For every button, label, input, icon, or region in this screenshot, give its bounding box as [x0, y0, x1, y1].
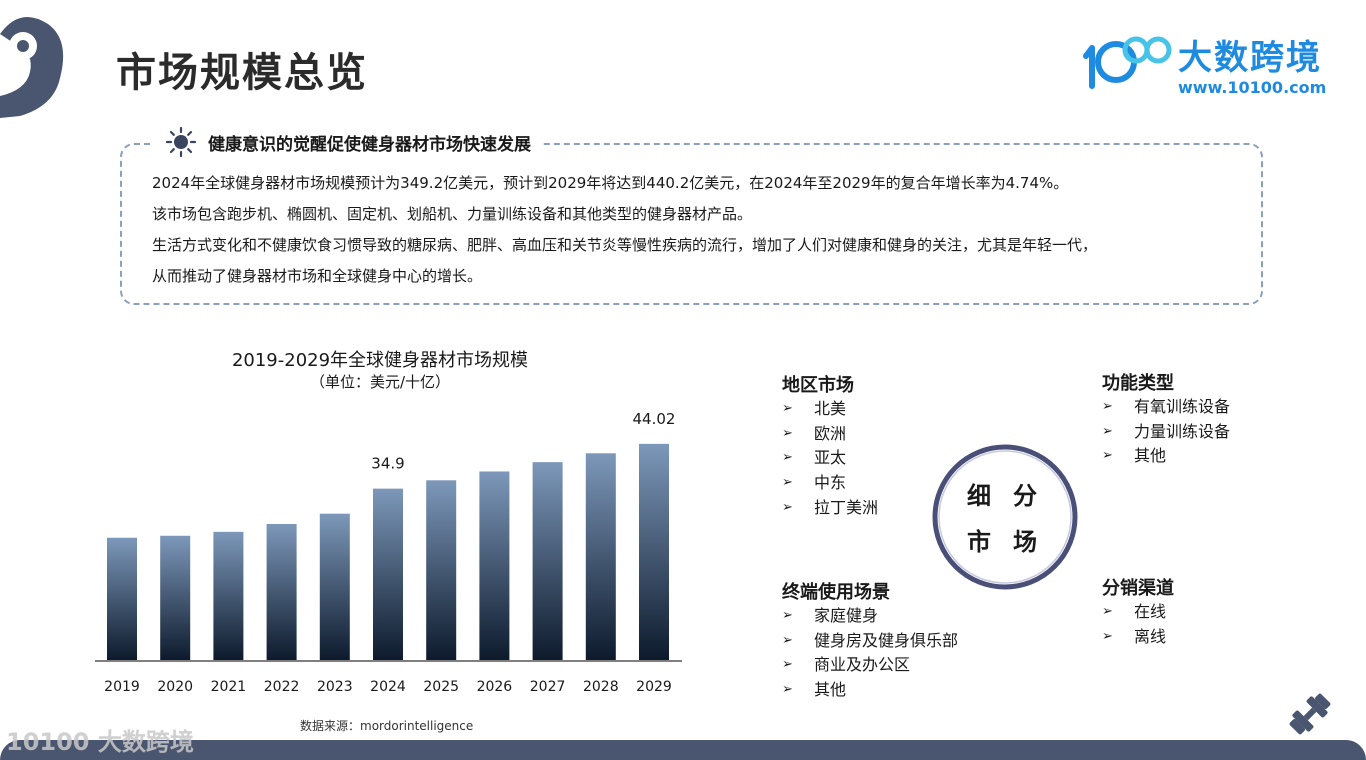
- paragraph: 2024年全球健身器材市场规模预计为349.2亿美元，预计到2029年将达到44…: [152, 174, 1069, 192]
- highlight-header: 健康意识的觉醒促使健身器材市场快速发展: [154, 124, 543, 160]
- chart-source: 数据来源：mordorintelligence: [300, 719, 474, 733]
- segment-title-end-use: 终端使用场景: [782, 582, 890, 603]
- segment-item-label: 健身房及健身俱乐部: [814, 630, 959, 650]
- bullet-arrow-icon: ➢: [782, 682, 793, 698]
- bar-2027: [532, 462, 563, 660]
- segment-item-label: 离线: [1134, 626, 1167, 646]
- bullet-arrow-icon: ➢: [782, 632, 793, 648]
- segment-item: ➢ 离线: [1102, 625, 1166, 650]
- bullet-arrow-icon: ➢: [782, 608, 793, 623]
- bullet-arrow-icon: ➢: [782, 450, 793, 466]
- paragraph: 该市场包含跑步机、椭圆机、固定机、划船机、力量训练设备和其他类型的健身器材产品。: [152, 205, 753, 223]
- segment-item: ➢ 其他: [782, 678, 958, 703]
- segment-item-label: 力量训练设备: [1134, 421, 1231, 441]
- x-tick-label: 2027: [530, 679, 566, 695]
- segment-item: ➢ 其他: [1102, 444, 1230, 469]
- segment-title-channel: 分销渠道: [1102, 578, 1174, 599]
- segment-item-label: 其他: [814, 680, 847, 700]
- segment-item: ➢ 家庭健身: [782, 604, 958, 629]
- segment-center-circle: [932, 444, 1078, 590]
- bullet-arrow-icon: ➢: [782, 657, 793, 673]
- segment-item-label: 北美: [814, 399, 847, 418]
- segment-list-end-use: ➢ 家庭健身 ➢ 健身房及健身俱乐部 ➢ 商业及办公区 ➢ 其他: [782, 604, 958, 703]
- bar-2022: [266, 523, 297, 660]
- segment-item-label: 其他: [1134, 446, 1167, 466]
- segment-list-region: ➢ 北美 ➢ 欧洲 ➢ 亚太 ➢ 中东 ➢ 拉丁美洲: [782, 397, 878, 520]
- bullet-arrow-icon: ➢: [1102, 604, 1113, 619]
- bar-2029: [639, 443, 669, 660]
- brand-url[interactable]: www.10100.com: [1178, 78, 1326, 97]
- bar-2026: [479, 471, 510, 660]
- bullet-arrow-icon: ➢: [1102, 628, 1113, 644]
- segment-item-label: 在线: [1134, 602, 1167, 621]
- paragraph: 生活方式变化和不健康饮食习惯导致的糖尿病、肥胖、高血压和关节炎等慢性疾病的流行，…: [152, 236, 1098, 254]
- bar-2021: [213, 531, 244, 660]
- bar-chart: 2019 2020 2021 2022 2023 2024 2025 2026 2027 2028…: [95, 410, 682, 695]
- x-tick-label: 2022: [264, 679, 300, 695]
- x-tick-label: 2029: [636, 679, 672, 695]
- bar-2019: [107, 537, 137, 660]
- data-label-2029: 44.02: [633, 410, 676, 428]
- x-tick-label: 2025: [423, 679, 459, 695]
- page-title: 市场规模总览: [116, 50, 368, 96]
- bar-2025: [426, 480, 457, 660]
- paragraph: 从而推动了健身器材市场和全球健身中心的增长。: [152, 267, 483, 285]
- bar-2028: [585, 453, 616, 660]
- segment-item: ➢ 北美: [782, 397, 878, 422]
- chart-subtitle: （单位：美元/十亿）: [309, 373, 451, 391]
- segment-list-function: ➢ 有氧训练设备 ➢ 力量训练设备 ➢ 其他: [1102, 395, 1230, 469]
- bullet-arrow-icon: ➢: [782, 425, 793, 441]
- segment-title-region: 地区市场: [782, 375, 854, 396]
- segment-item: ➢ 欧洲: [782, 422, 878, 447]
- segment-item: ➢ 亚太: [782, 446, 878, 471]
- segment-item: ➢ 健身房及健身俱乐部: [782, 629, 958, 654]
- segment-center-line2: 市场: [967, 528, 1059, 556]
- segment-title-function: 功能类型: [1102, 373, 1174, 394]
- bullet-arrow-icon: ➢: [782, 475, 793, 491]
- bullet-arrow-icon: ➢: [1102, 399, 1113, 414]
- bullet-arrow-icon: ➢: [1102, 448, 1113, 464]
- sun-icon: [166, 127, 196, 157]
- bullet-arrow-icon: ➢: [782, 499, 793, 515]
- segment-item-label: 商业及办公区: [814, 655, 911, 675]
- segment-item-label: 有氧训练设备: [1134, 397, 1231, 416]
- segment-item-label: 欧洲: [814, 423, 847, 443]
- footer-bar: [0, 740, 1366, 760]
- segment-item-label: 家庭健身: [814, 606, 879, 625]
- segment-item-label: 亚太: [814, 448, 847, 468]
- chart-title: 2019-2029年全球健身器材市场规模: [231, 350, 529, 371]
- segment-item: ➢ 中东: [782, 471, 878, 496]
- x-tick-label: 2026: [477, 679, 513, 695]
- bar-2024: [373, 488, 403, 660]
- x-tick-label: 2023: [317, 679, 353, 695]
- bullet-arrow-icon: ➢: [1102, 423, 1113, 439]
- x-tick-label: 2024: [370, 679, 406, 695]
- watermark: 10100 大数跨境: [6, 728, 194, 756]
- dumbbell-icon: [1289, 693, 1331, 735]
- highlight-title: 健康意识的觉醒促使健身器材市场快速发展: [208, 134, 531, 155]
- bar-2023: [319, 513, 350, 660]
- bar-2020: [160, 535, 191, 660]
- x-tick-label: 2021: [211, 679, 247, 695]
- x-tick-label: 2028: [583, 679, 619, 695]
- data-label-2024: 34.9: [371, 455, 404, 473]
- fitness-figure-icon: [0, 16, 64, 119]
- bullet-arrow-icon: ➢: [782, 401, 793, 416]
- x-tick-label: 2020: [157, 679, 193, 695]
- segment-item-label: 中东: [814, 473, 847, 493]
- x-tick-label: 2019: [104, 679, 140, 695]
- segment-item: ➢ 有氧训练设备: [1102, 395, 1230, 420]
- segment-item: ➢ 力量训练设备: [1102, 420, 1230, 445]
- segment-item: ➢ 在线: [1102, 600, 1166, 625]
- brand-name: 大数跨境: [1178, 38, 1322, 78]
- segment-item: ➢ 商业及办公区: [782, 653, 958, 678]
- segment-item-label: 拉丁美洲: [814, 497, 879, 517]
- segment-item: ➢ 拉丁美洲: [782, 496, 878, 521]
- segment-list-channel: ➢ 在线 ➢ 离线: [1102, 600, 1166, 649]
- segment-center-line1: 细分: [967, 482, 1059, 510]
